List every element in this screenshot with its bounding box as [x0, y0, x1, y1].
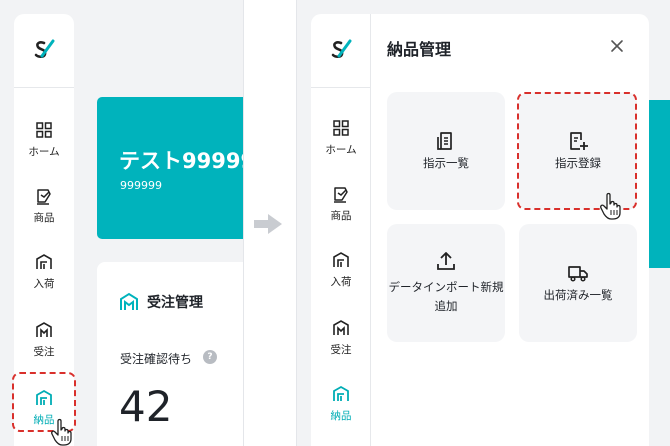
sidebar-item-label: ホーム: [325, 144, 357, 156]
arrow-right-icon: [254, 214, 282, 234]
sidebar: ホーム 商品 入荷 受注 納品: [311, 14, 371, 446]
sidebar-item-label: 商品: [33, 212, 55, 224]
grid-icon: [36, 122, 52, 138]
order-management-icon: [120, 292, 138, 310]
tile-label-line2: 追加: [434, 299, 458, 313]
tile-data-import[interactable]: データインポート新規 追加: [387, 224, 505, 342]
sidebar-item-home[interactable]: ホーム: [311, 118, 371, 157]
tile-label: 指示一覧: [423, 156, 469, 170]
sidebar-item-inbound[interactable]: 入荷: [311, 250, 371, 289]
tag-icon: [37, 189, 51, 205]
document-list-icon: [437, 132, 452, 150]
inbound-icon: [36, 254, 52, 269]
before-screen: ホーム 商品 入荷 受注 納品 テスト9999 999999 受注管理 受注確認…: [0, 0, 244, 446]
order-management-card: 受注管理 受注確認待ち ? 42: [97, 262, 243, 446]
sidebar-item-label: 納品: [330, 410, 352, 422]
pending-confirmation-count: 42: [119, 382, 173, 431]
banner-edge: [648, 100, 670, 268]
hand-cursor-icon: [51, 418, 72, 446]
logo[interactable]: [311, 14, 371, 88]
sidebar-item-label: 受注: [330, 344, 352, 356]
hand-cursor-icon: [600, 192, 621, 220]
tile-label: 出荷済み一覧: [543, 288, 613, 302]
sidebar-item-label: 入荷: [33, 278, 55, 290]
tag-icon: [334, 187, 348, 203]
banner-title: テスト999999: [119, 149, 243, 173]
upload-icon: [437, 252, 455, 270]
card-title: 受注管理: [147, 295, 203, 311]
delivery-menu-popup: 納品管理 指示一覧 指示登録 データインポート新規 追加 出荷済み一覧: [371, 14, 649, 446]
tile-instruction-list[interactable]: 指示一覧: [387, 92, 505, 210]
sidebar-item-label: 商品: [330, 210, 352, 222]
sidebar-item-delivery[interactable]: 納品: [311, 384, 371, 423]
tile-shipped-list[interactable]: 出荷済み一覧: [519, 224, 637, 342]
order-icon: [333, 320, 349, 335]
close-icon[interactable]: [607, 36, 627, 56]
truck-icon: [568, 266, 588, 282]
sidebar-item-orders[interactable]: 受注: [311, 318, 371, 357]
tile-label: データインポート新規: [388, 280, 504, 294]
brand-logo-icon: [331, 39, 352, 59]
sidebar-item-inbound[interactable]: 入荷: [14, 252, 74, 291]
brand-logo-icon: [34, 39, 55, 59]
sidebar-item-label: 受注: [33, 346, 55, 358]
grid-icon: [333, 120, 349, 136]
logo[interactable]: [14, 14, 74, 88]
sidebar-item-label: ホーム: [28, 146, 60, 158]
account-banner: テスト999999 999999: [97, 97, 243, 239]
sidebar-item-products[interactable]: 商品: [14, 186, 74, 225]
order-icon: [36, 322, 52, 337]
popup-title: 納品管理: [387, 40, 452, 59]
inbound-icon: [333, 252, 349, 267]
sidebar-item-home[interactable]: ホーム: [14, 120, 74, 159]
sidebar-item-products[interactable]: 商品: [311, 184, 371, 223]
banner-subtitle: 999999: [120, 179, 162, 192]
sidebar-item-orders[interactable]: 受注: [14, 320, 74, 359]
delivery-icon: [333, 385, 349, 401]
pending-confirmation-label: 受注確認待ち: [120, 352, 193, 366]
help-icon[interactable]: ?: [203, 350, 217, 364]
sidebar-item-label: 入荷: [330, 276, 352, 288]
after-screen: ホーム 商品 入荷 受注 納品 納品管理 指示一覧 指示登録 データインポート新…: [296, 0, 670, 446]
